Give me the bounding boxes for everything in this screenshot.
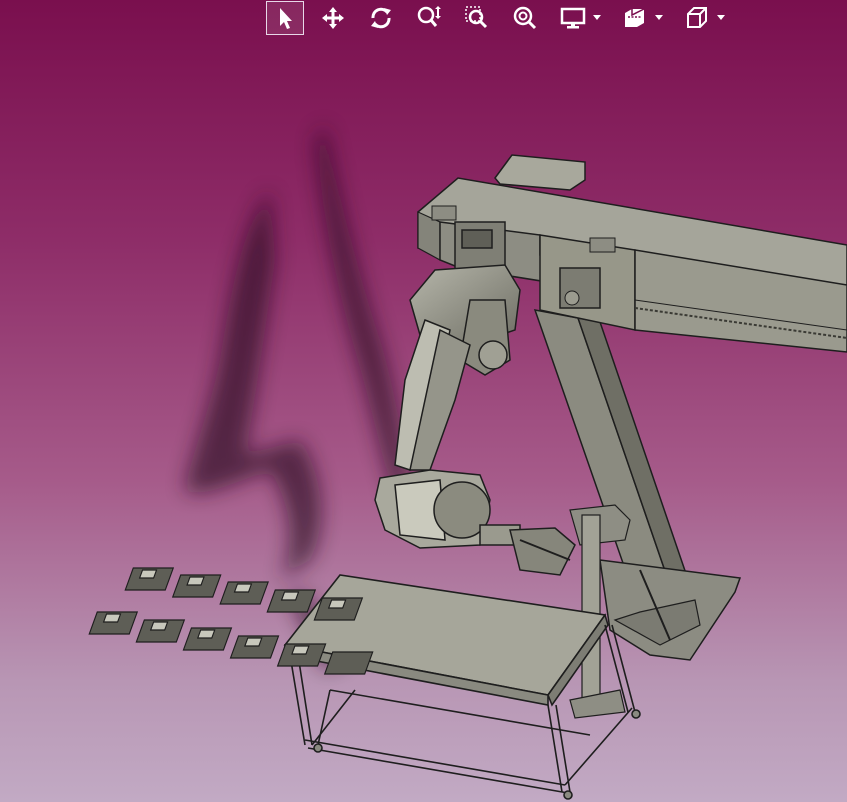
view-orientation-group (678, 1, 726, 35)
pan-button[interactable] (314, 1, 352, 35)
pan-icon (322, 7, 344, 29)
section-view-icon (625, 8, 645, 27)
view-toolbar (266, 0, 740, 36)
chevron-down-icon (593, 15, 601, 20)
chevron-down-icon (717, 15, 725, 20)
section-view-button[interactable] (616, 1, 654, 35)
zoom-dynamic-button[interactable] (410, 1, 448, 35)
robot-cell-model[interactable] (0, 0, 847, 802)
gantry-column (533, 309, 742, 661)
zoom-window-button[interactable] (458, 1, 496, 35)
3d-viewport[interactable] (0, 0, 847, 802)
rotate-icon (371, 7, 391, 29)
zoom-fit-button[interactable] (506, 1, 544, 35)
display-mode-icon (560, 7, 586, 29)
view-orientation-dropdown[interactable] (716, 1, 726, 35)
section-view-dropdown[interactable] (654, 1, 664, 35)
select-arrow-icon (280, 8, 292, 29)
display-mode-button[interactable] (554, 1, 592, 35)
display-mode-dropdown[interactable] (592, 1, 602, 35)
zoom-dynamic-icon (417, 6, 441, 27)
rotate-button[interactable] (362, 1, 400, 35)
view-orientation-button[interactable] (678, 1, 716, 35)
select-button[interactable] (266, 1, 304, 35)
section-view-group (616, 1, 664, 35)
chevron-down-icon (655, 15, 663, 20)
zoom-window-icon (465, 6, 488, 29)
zoom-fit-icon (513, 6, 537, 30)
view-cube-icon (687, 7, 707, 28)
display-mode-group (554, 1, 602, 35)
